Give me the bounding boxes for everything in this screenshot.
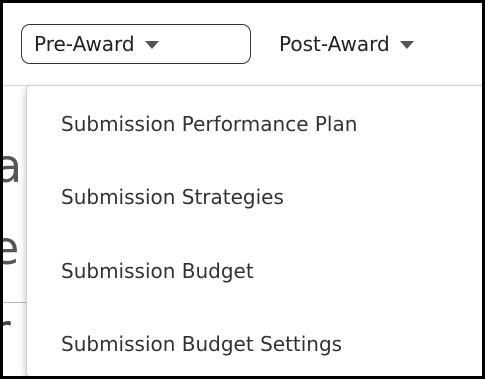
post-award-label: Post-Award (279, 32, 390, 56)
menu-item-submission-budget[interactable]: Submission Budget (61, 259, 254, 283)
background-text-fragment: r (3, 308, 11, 356)
caret-down-icon (399, 41, 414, 49)
pre-award-menu-button[interactable]: Pre-Award (21, 24, 251, 64)
pre-award-label: Pre-Award (34, 32, 135, 56)
background-text-fragment: e (3, 225, 19, 271)
menu-item-submission-budget-settings[interactable]: Submission Budget Settings (61, 332, 342, 356)
caret-down-icon (144, 41, 159, 49)
post-award-menu-button[interactable]: Post-Award (279, 24, 414, 64)
screenshot-frame: a e r Pre-Award Post-Award Submission Pe… (0, 0, 485, 379)
menu-item-submission-performance-plan[interactable]: Submission Performance Plan (61, 112, 357, 136)
pre-award-dropdown-menu: Submission Performance Plan Submission S… (26, 85, 482, 376)
menu-item-submission-strategies[interactable]: Submission Strategies (61, 185, 284, 209)
background-text-fragment: a (3, 143, 22, 189)
top-navbar: Pre-Award Post-Award (3, 3, 482, 86)
